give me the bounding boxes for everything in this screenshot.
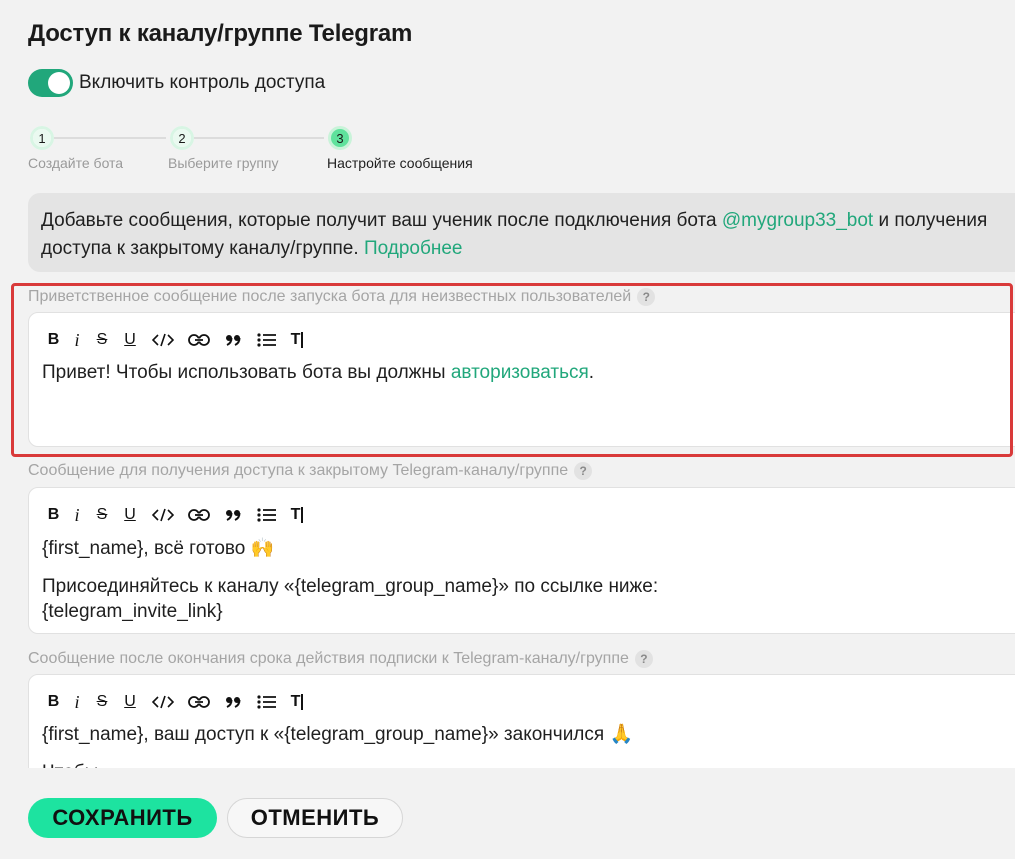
help-icon[interactable]: ? (574, 462, 593, 480)
italic-icon[interactable]: i (65, 689, 89, 715)
italic-icon[interactable]: i (65, 327, 89, 353)
step-3-circle[interactable]: 3 (328, 126, 352, 150)
bold-icon[interactable]: B (42, 689, 65, 715)
quote-icon[interactable] (217, 502, 249, 528)
code-icon[interactable] (145, 327, 181, 353)
welcome-message-editor[interactable]: B i S U T Привет! Чтобы использовать бот… (28, 312, 1015, 447)
editor-toolbar: B i S U T (42, 502, 309, 528)
clear-format-icon[interactable]: T (285, 502, 309, 528)
more-link[interactable]: Подробнее (364, 238, 463, 259)
info-line-2: доступа к закрытому каналу/группе. Подро… (41, 238, 463, 259)
access-message-editor[interactable]: B i S U T {first_name}, всё готово 🙌 При… (28, 487, 1015, 634)
link-icon[interactable] (181, 502, 217, 528)
access-control-toggle[interactable] (28, 69, 73, 97)
step-2-label: Выберите группу (168, 155, 279, 171)
editor-toolbar: B i S U T (42, 689, 309, 715)
underline-icon[interactable]: U (115, 502, 145, 528)
editor-line[interactable]: Присоединяйтесь к каналу «{telegram_grou… (42, 575, 658, 599)
list-icon[interactable] (249, 689, 285, 715)
editor-line[interactable]: {first_name}, всё готово 🙌 (42, 537, 274, 561)
toggle-label: Включить контроль доступа (79, 72, 326, 93)
strikethrough-icon[interactable]: S (89, 327, 115, 353)
editor-toolbar: B i S U T (42, 327, 309, 353)
strikethrough-icon[interactable]: S (89, 689, 115, 715)
link-icon[interactable] (181, 327, 217, 353)
step-1-circle[interactable]: 1 (30, 126, 54, 150)
step-1-label: Создайте бота (28, 155, 124, 171)
code-icon[interactable] (145, 689, 181, 715)
underline-icon[interactable]: U (115, 327, 145, 353)
step-2-circle[interactable]: 2 (170, 126, 194, 150)
help-icon[interactable]: ? (637, 288, 656, 306)
section-2-label: Сообщение для получения доступа к закрыт… (28, 462, 593, 480)
section-1-label: Приветственное сообщение после запуска б… (28, 288, 656, 306)
step-3-label: Настройте сообщения (327, 155, 473, 171)
toggle-knob (48, 72, 70, 94)
bottom-action-bar: СОХРАНИТЬ ОТМЕНИТЬ (0, 768, 1015, 859)
quote-icon[interactable] (217, 689, 249, 715)
editor-line[interactable]: {first_name}, ваш доступ к «{telegram_gr… (42, 723, 633, 747)
section-3-label: Сообщение после окончания срока действия… (28, 650, 653, 668)
authorize-link[interactable]: авторизоваться (451, 362, 589, 383)
bold-icon[interactable]: B (42, 502, 65, 528)
help-icon[interactable]: ? (634, 650, 653, 668)
info-box: Добавьте сообщения, которые получит ваш … (28, 193, 1015, 272)
step-connector (194, 137, 324, 139)
quote-icon[interactable] (217, 327, 249, 353)
underline-icon[interactable]: U (115, 689, 145, 715)
bot-name-link[interactable]: @mygroup33_bot (722, 210, 873, 231)
bold-icon[interactable]: B (42, 327, 65, 353)
step-connector (54, 137, 166, 139)
editor-content[interactable]: Привет! Чтобы использовать бота вы должн… (42, 361, 594, 385)
access-control-toggle-row[interactable]: Включить контроль доступа (28, 69, 325, 97)
page-title: Доступ к каналу/группе Telegram (28, 20, 413, 47)
stepper: 1 2 3 Создайте бота Выберите группу Наст… (28, 126, 548, 176)
list-icon[interactable] (249, 327, 285, 353)
cancel-button[interactable]: ОТМЕНИТЬ (227, 798, 403, 838)
info-line-1: Добавьте сообщения, которые получит ваш … (41, 210, 988, 231)
clear-format-icon[interactable]: T (285, 689, 309, 715)
link-icon[interactable] (181, 689, 217, 715)
strikethrough-icon[interactable]: S (89, 502, 115, 528)
save-button[interactable]: СОХРАНИТЬ (28, 798, 217, 838)
list-icon[interactable] (249, 502, 285, 528)
editor-line[interactable]: {telegram_invite_link} (42, 600, 223, 624)
code-icon[interactable] (145, 502, 181, 528)
italic-icon[interactable]: i (65, 502, 89, 528)
clear-format-icon[interactable]: T (285, 327, 309, 353)
